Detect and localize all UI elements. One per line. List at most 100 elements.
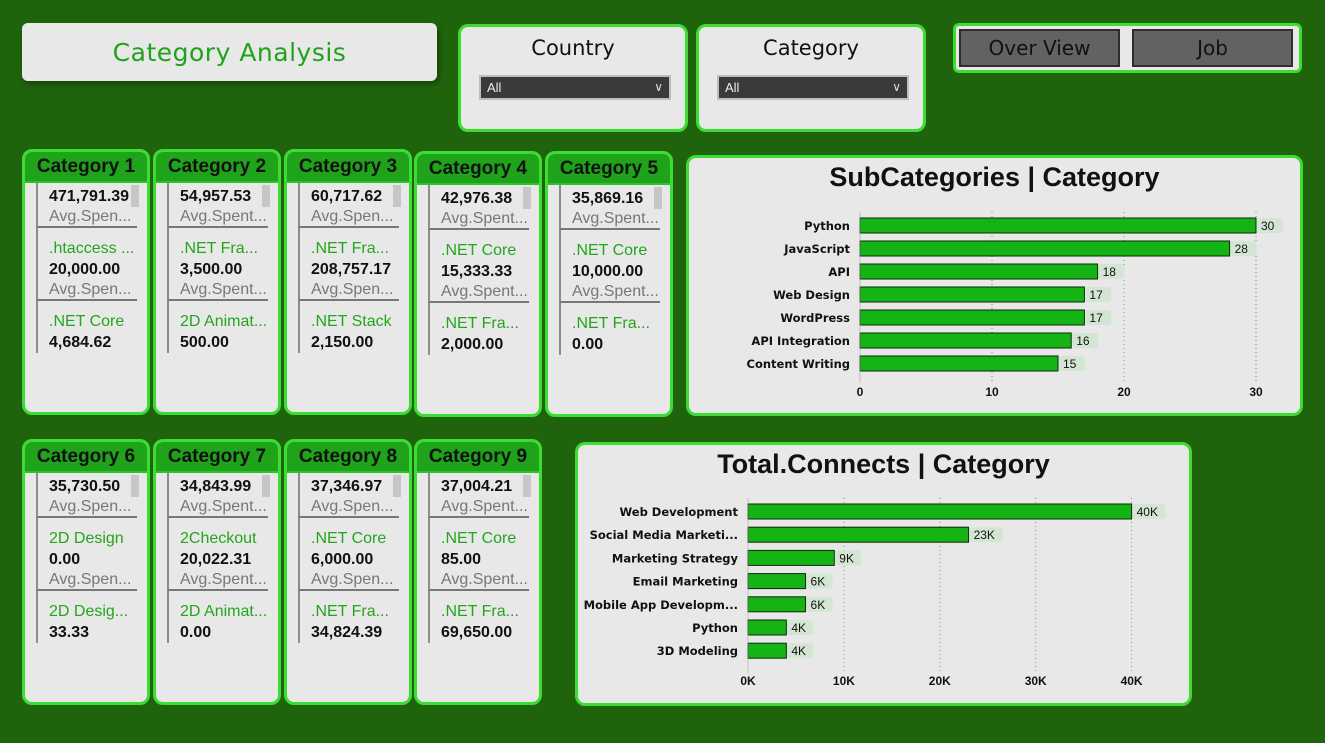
card-row: .NET Fra... 69,650.00 (428, 591, 529, 643)
avg-spent-value: 33.33 (49, 624, 90, 641)
data-label: 17 (1089, 288, 1103, 302)
data-label: 4K (791, 621, 806, 635)
x-tick-label: 20 (1117, 385, 1131, 399)
avg-spent-label: Avg.Spen... (311, 281, 394, 298)
job-button[interactable]: Job (1132, 29, 1293, 67)
bar[interactable] (747, 619, 787, 636)
avg-spent-value: 37,346.97 (311, 478, 383, 495)
avg-spent-label: Avg.Spent... (180, 571, 267, 588)
category-card: Category 1 471,791.39 Avg.Spen... .htaccess… (22, 149, 150, 415)
bar[interactable] (859, 332, 1072, 349)
data-label: 9K (839, 551, 854, 565)
avg-spent-value: 3,500.00 (180, 261, 243, 278)
card-row: .NET Stack 2,150.00 (298, 301, 399, 353)
bar[interactable] (747, 642, 787, 659)
subcategory-name: .NET Core (49, 313, 125, 330)
subcategory-name: .NET Core (441, 242, 517, 259)
avg-spent-value: 34,843.99 (180, 478, 252, 495)
card-row: 471,791.39 Avg.Spen... (36, 183, 137, 228)
avg-spent-value: 34,824.39 (311, 624, 383, 641)
category-select[interactable]: All ∨ (717, 75, 909, 100)
x-tick-label: 20K (929, 674, 951, 688)
category-card: Category 6 35,730.50 Avg.Spen... 2D Design 0… (22, 439, 150, 705)
avg-spent-label: Avg.Spent... (441, 210, 528, 227)
bar[interactable] (747, 596, 807, 613)
bar[interactable] (747, 526, 970, 543)
avg-spent-label: Avg.Spen... (49, 281, 132, 298)
avg-spent-label: Avg.Spen... (49, 208, 132, 225)
bar[interactable] (747, 573, 807, 590)
subcategory-name: .NET Core (441, 530, 517, 547)
card-row: 34,843.99 Avg.Spent... (167, 473, 268, 518)
card-title: Category 2 (156, 152, 278, 183)
card-row: 2D Animat... 500.00 (167, 301, 268, 353)
y-category-label: WordPress (780, 311, 850, 325)
subcategory-name: 2D Animat... (180, 313, 268, 330)
avg-spent-value: 0.00 (180, 624, 212, 641)
data-label: 17 (1089, 311, 1103, 325)
card-row: 60,717.62 Avg.Spen... (298, 183, 399, 228)
subcategory-name: .NET Core (572, 242, 648, 259)
category-filter: Category All ∨ (696, 24, 926, 132)
bar[interactable] (747, 503, 1133, 520)
y-category-label: Python (804, 219, 850, 233)
country-filter: Country All ∨ (458, 24, 688, 132)
subcategory-name: 2D Design (49, 530, 124, 547)
avg-spent-value: 20,000.00 (49, 261, 121, 278)
total-connects-bar-chart: 0K 10K 20K 30K 40K Web Development 40K Social M… (584, 498, 1166, 688)
overview-button[interactable]: Over View (959, 29, 1120, 67)
data-label: 28 (1235, 242, 1249, 256)
subcategory-name: 2Checkout (180, 530, 257, 547)
bar[interactable] (859, 240, 1231, 257)
avg-spent-label: Avg.Spen... (49, 571, 132, 588)
data-label: 18 (1103, 265, 1117, 279)
card-title: Category 4 (417, 154, 539, 185)
card-row: 54,957.53 Avg.Spent... (167, 183, 268, 228)
y-category-label: Social Media Marketi... (590, 528, 738, 542)
avg-spent-value: 208,757.17 (311, 261, 392, 278)
data-label: 4K (791, 644, 806, 658)
category-filter-title: Category (763, 36, 859, 60)
bar[interactable] (859, 309, 1085, 326)
bar[interactable] (859, 263, 1099, 280)
x-tick-label: 10 (985, 385, 999, 399)
y-category-label: JavaScript (783, 242, 850, 256)
subcategory-name: 2D Animat... (180, 603, 268, 620)
avg-spent-value: 4,684.62 (49, 334, 112, 351)
subcategory-name: .NET Core (311, 530, 387, 547)
data-label: 15 (1063, 357, 1077, 371)
navigation-bar: Over View Job (953, 23, 1302, 73)
bar[interactable] (747, 549, 835, 566)
y-category-label: API (828, 265, 850, 279)
card-row: .NET Fra... 2,000.00 (428, 303, 529, 355)
card-title: Category 3 (287, 152, 409, 183)
avg-spent-value: 15,333.33 (441, 263, 513, 280)
x-tick-label: 0K (740, 674, 756, 688)
y-category-label: Marketing Strategy (612, 551, 739, 565)
page-title: Category Analysis (112, 37, 347, 67)
country-select-value: All (487, 80, 502, 95)
country-select[interactable]: All ∨ (479, 75, 671, 100)
bar[interactable] (859, 286, 1085, 303)
category-card: Category 5 35,869.16 Avg.Spent... .NET Core… (545, 151, 673, 417)
bar[interactable] (859, 355, 1059, 372)
y-category-label: Email Marketing (633, 575, 738, 589)
bar[interactable] (859, 217, 1257, 234)
y-category-label: Web Development (620, 505, 739, 519)
category-card: Category 9 37,004.21 Avg.Spent... .NET Core… (414, 439, 542, 705)
chevron-down-icon: ∨ (892, 80, 901, 94)
card-title: Category 7 (156, 442, 278, 473)
avg-spent-label: Avg.Spent... (180, 281, 267, 298)
y-category-label: Web Design (773, 288, 850, 302)
avg-spent-value: 10,000.00 (572, 263, 644, 280)
avg-spent-value: 0.00 (572, 336, 604, 353)
y-category-label: Mobile App Developm... (584, 598, 738, 612)
card-row: .NET Fra... 3,500.00 Avg.Spent... (167, 228, 268, 301)
avg-spent-label: Avg.Spent... (572, 210, 659, 227)
avg-spent-label: Avg.Spent... (441, 283, 528, 300)
avg-spent-value: 2,150.00 (311, 334, 374, 351)
avg-spent-value: 20,022.31 (180, 551, 252, 568)
subcategory-name: .htaccess ... (49, 240, 135, 257)
data-label: 6K (811, 598, 826, 612)
card-row: .NET Core 10,000.00 Avg.Spent... (559, 230, 660, 303)
